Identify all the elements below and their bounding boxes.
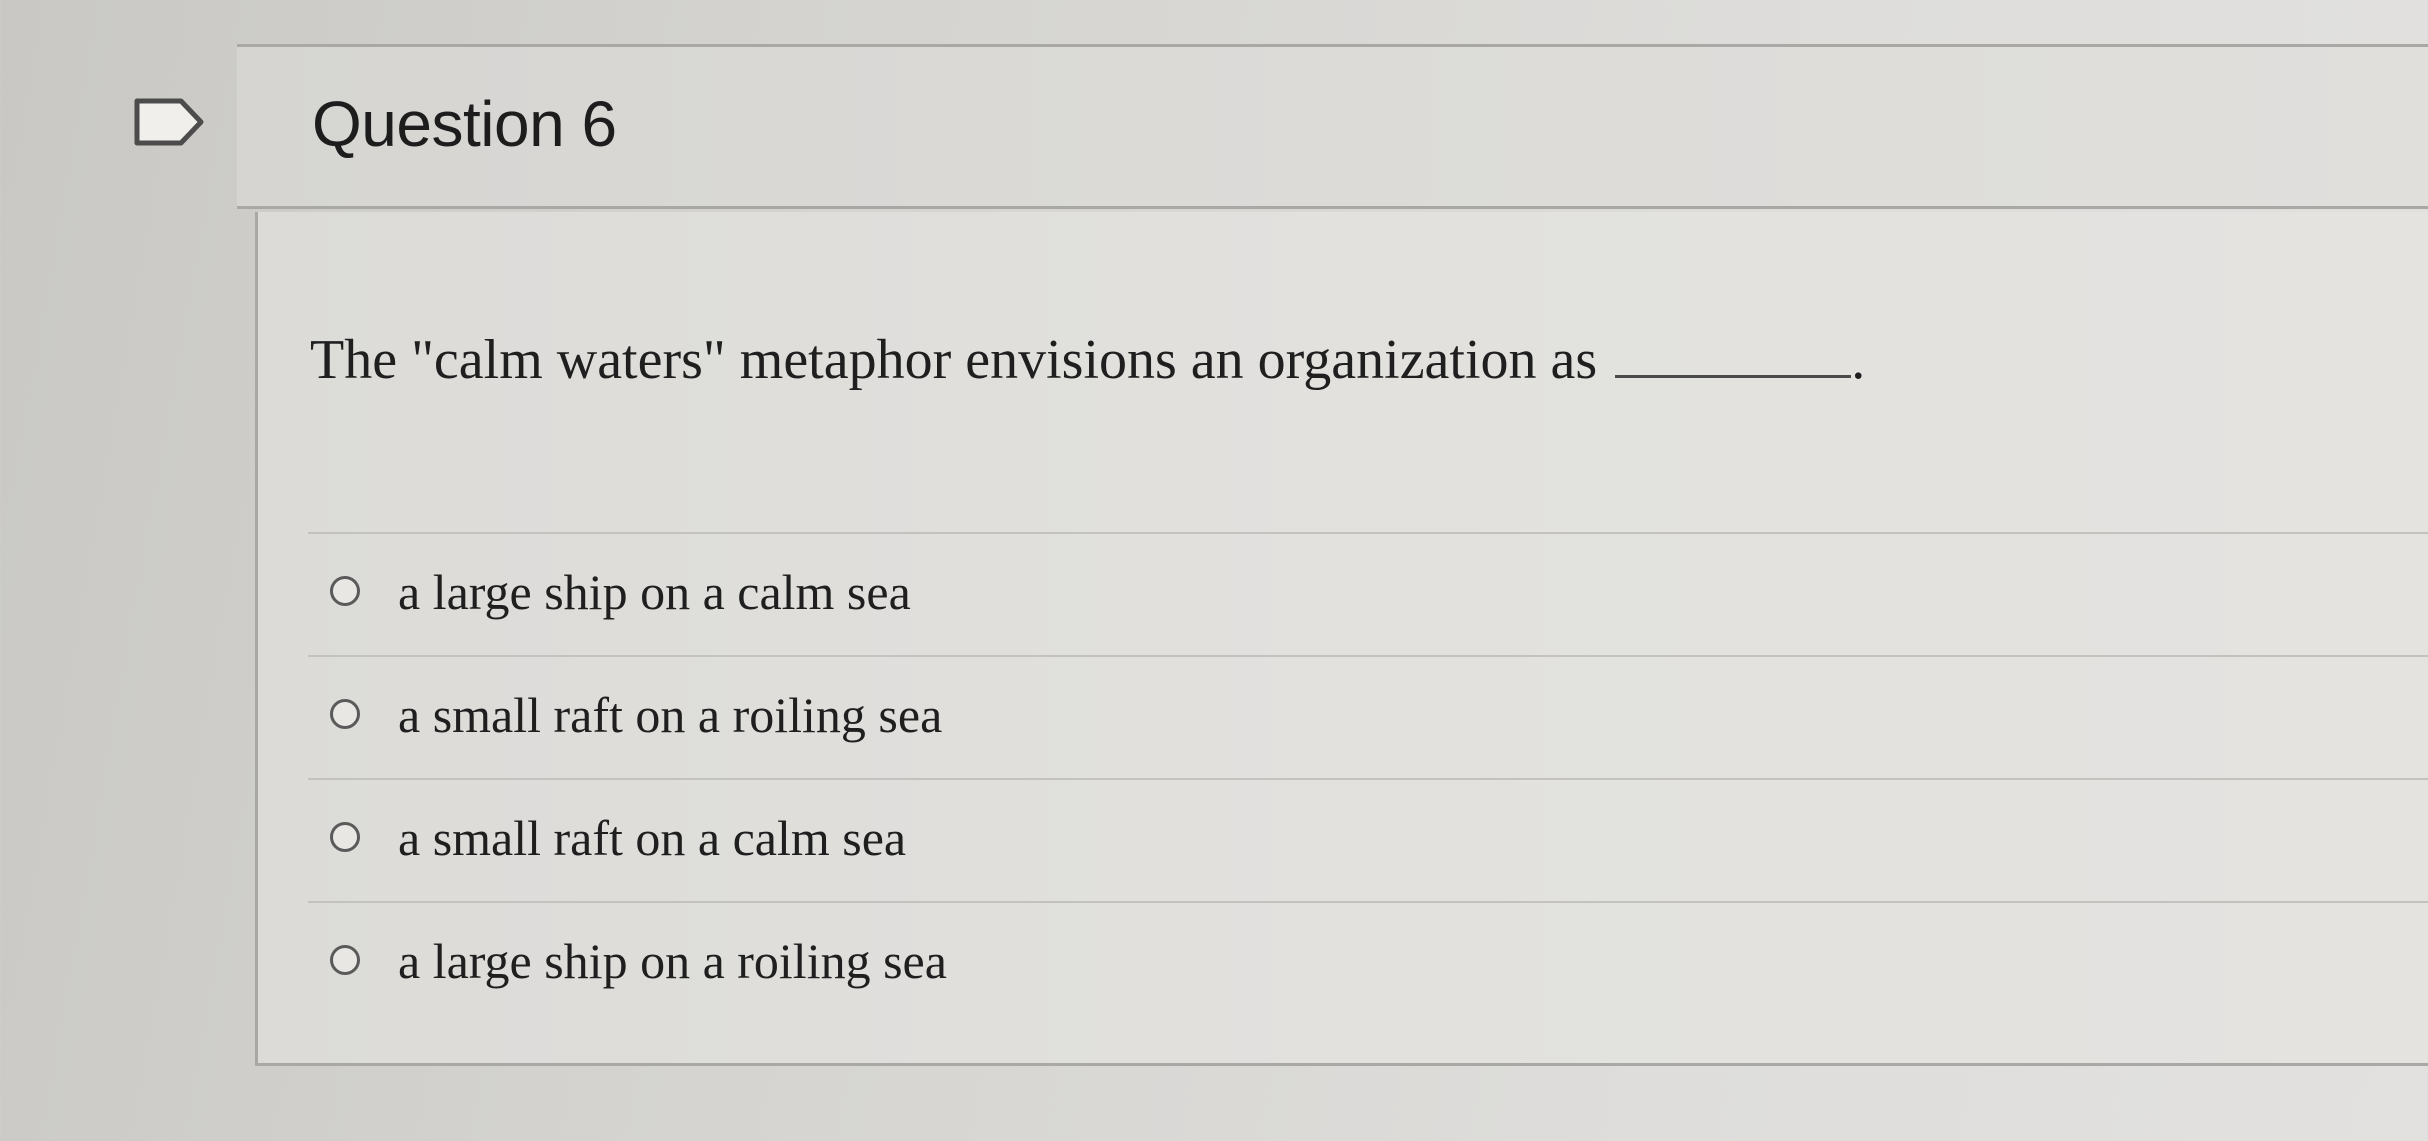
answer-blank	[1615, 367, 1852, 378]
answer-label[interactable]: a small raft on a roiling sea	[398, 690, 942, 740]
answer-label[interactable]: a large ship on a calm sea	[398, 567, 911, 617]
question-title: Question 6	[312, 88, 617, 160]
answer-option[interactable]: a small raft on a calm sea	[308, 780, 2428, 903]
question-body: The "calm waters" metaphor envisions an …	[255, 212, 2428, 1066]
question-text: The "calm waters" metaphor envisions an …	[310, 332, 1865, 388]
answer-option[interactable]: a large ship on a roiling sea	[308, 903, 2428, 1026]
radio-unchecked-icon[interactable]	[330, 699, 360, 729]
radio-unchecked-icon[interactable]	[330, 945, 360, 975]
question-card: Question 6 The "calm waters" metaphor en…	[237, 44, 2428, 1068]
answer-list: a large ship on a calm sea a small raft …	[308, 532, 2428, 1026]
flag-question-icon[interactable]	[133, 97, 205, 147]
answer-option[interactable]: a small raft on a roiling sea	[308, 657, 2428, 780]
answer-label[interactable]: a large ship on a roiling sea	[398, 936, 947, 986]
question-prompt: The "calm waters" metaphor envisions an …	[310, 329, 1598, 391]
answer-label[interactable]: a small raft on a calm sea	[398, 813, 906, 863]
radio-unchecked-icon[interactable]	[330, 822, 360, 852]
question-header: Question 6	[237, 44, 2428, 209]
radio-unchecked-icon[interactable]	[330, 576, 360, 606]
answer-option[interactable]: a large ship on a calm sea	[308, 534, 2428, 657]
blank-suffix: .	[1851, 329, 1866, 391]
